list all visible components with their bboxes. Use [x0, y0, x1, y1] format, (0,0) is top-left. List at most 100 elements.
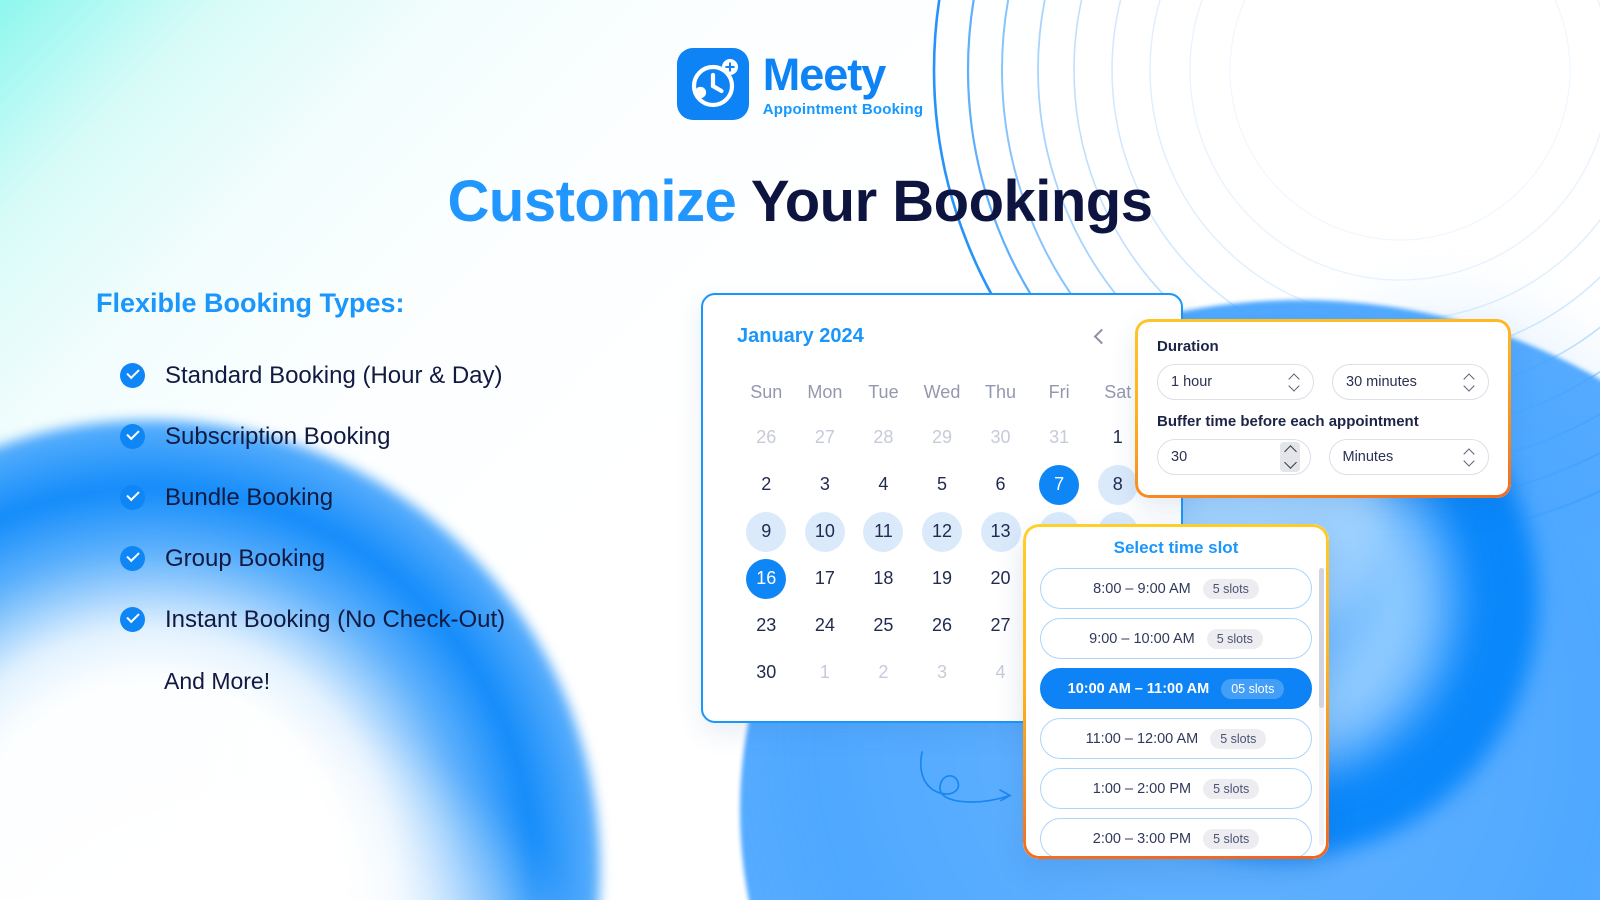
calendar-day-cell[interactable]: 27 [796, 414, 855, 461]
time-slot-option[interactable]: 2:00 – 3:00 PM 5 slots [1040, 818, 1312, 859]
calendar-day-cell[interactable]: 9 [737, 508, 796, 555]
brand-logo: Meety Appointment Booking [0, 48, 1600, 120]
calendar-day-number[interactable]: 23 [746, 606, 786, 646]
calendar-day-cell[interactable]: 10 [796, 508, 855, 555]
calendar-day-cell[interactable]: 29 [913, 414, 972, 461]
time-slot-time: 10:00 AM – 11:00 AM [1067, 680, 1210, 697]
calendar-day-cell[interactable]: 4 [971, 649, 1030, 696]
time-slot-option[interactable]: 1:00 – 2:00 PM 5 slots [1040, 768, 1312, 809]
up-down-chevron-icon[interactable] [1289, 374, 1300, 391]
calendar-day-cell[interactable]: 31 [1030, 414, 1089, 461]
calendar-day-cell[interactable]: 24 [796, 602, 855, 649]
calendar-day-number[interactable]: 31 [1039, 418, 1079, 458]
calendar-day-cell[interactable]: 28 [854, 414, 913, 461]
calendar-day-cell[interactable]: 20 [971, 555, 1030, 602]
calendar-day-number[interactable]: 17 [805, 559, 845, 599]
time-slot-time: 1:00 – 2:00 PM [1092, 780, 1192, 797]
up-down-chevron-icon[interactable] [1464, 374, 1475, 391]
calendar-day-cell[interactable]: 16 [737, 555, 796, 602]
calendar-day-cell[interactable]: 5 [913, 461, 972, 508]
calendar-day-number[interactable]: 11 [863, 511, 904, 552]
calendar-month-label: January 2024 [737, 325, 864, 347]
buffer-value-stepper[interactable]: 30 [1157, 439, 1311, 475]
calendar-day-number[interactable]: 12 [921, 511, 962, 552]
time-slot-option[interactable]: 9:00 – 10:00 AM 5 slots [1040, 618, 1312, 659]
calendar-day-number[interactable]: 20 [981, 559, 1021, 599]
calendar-day-number[interactable]: 2 [863, 653, 903, 693]
calendar-day-cell[interactable]: 30 [737, 649, 796, 696]
calendar-day-number[interactable]: 10 [804, 511, 845, 552]
duration-minutes-select[interactable]: 30 minutes [1332, 364, 1489, 400]
calendar-day-number[interactable]: 1 [805, 653, 845, 693]
calendar-day-number[interactable]: 7 [1039, 464, 1080, 505]
calendar-day-number[interactable]: 6 [981, 465, 1021, 505]
calendar-day-number[interactable]: 3 [805, 465, 845, 505]
time-slot-option[interactable]: 8:00 – 9:00 AM 5 slots [1040, 568, 1312, 609]
calendar-day-header: Mon [807, 382, 843, 402]
calendar-day-number[interactable]: 9 [746, 511, 787, 552]
calendar-day-number[interactable]: 29 [922, 418, 962, 458]
calendar-day-number[interactable]: 2 [746, 465, 786, 505]
list-item-label: Subscription Booking [165, 422, 391, 450]
calendar-day-cell[interactable]: 17 [796, 555, 855, 602]
calendar-day-header: Fri [1048, 382, 1070, 402]
calendar-day-number[interactable]: 19 [922, 559, 962, 599]
up-down-chevron-icon[interactable] [1279, 442, 1300, 472]
calendar-day-cell[interactable]: 12 [913, 508, 972, 555]
calendar-day-cell[interactable]: 1 [796, 649, 855, 696]
calendar-day-cell[interactable]: 26 [913, 602, 972, 649]
calendar-day-number[interactable]: 1 [1098, 418, 1138, 458]
calendar-day-cell[interactable]: 23 [737, 602, 796, 649]
calendar-day-number[interactable]: 16 [746, 558, 787, 599]
calendar-day-number[interactable]: 26 [746, 418, 786, 458]
calendar-day-cell[interactable]: 13 [971, 508, 1030, 555]
calendar-day-number[interactable]: 18 [863, 559, 903, 599]
calendar-day-cell[interactable]: 30 [971, 414, 1030, 461]
calendar-day-header: Wed [923, 382, 961, 402]
calendar-day-cell[interactable]: 3 [913, 649, 972, 696]
calendar-day-number[interactable]: 4 [981, 653, 1021, 693]
calendar-day-number[interactable]: 3 [922, 653, 962, 693]
calendar-day-cell[interactable]: 4 [854, 461, 913, 508]
buffer-row: 30 Minutes [1157, 439, 1489, 475]
buffer-unit-value: Minutes [1342, 449, 1394, 465]
calendar-day-number[interactable]: 5 [922, 465, 962, 505]
calendar-day-number[interactable]: 24 [805, 606, 845, 646]
calendar-day-cell[interactable]: 6 [971, 461, 1030, 508]
calendar-day-number[interactable]: 13 [980, 511, 1021, 552]
calendar-day-cell[interactable]: 7 [1030, 461, 1089, 508]
buffer-time-label: Buffer time before each appointment [1157, 413, 1419, 430]
calendar-day-number[interactable]: 8 [1097, 464, 1138, 505]
calendar-day-cell[interactable]: 19 [913, 555, 972, 602]
time-slot-option[interactable]: 10:00 AM – 11:00 AM 05 slots [1040, 668, 1312, 709]
calendar-day-cell[interactable]: 25 [854, 602, 913, 649]
page-title-accent: Customize [447, 169, 737, 234]
calendar-day-cell[interactable]: 3 [796, 461, 855, 508]
calendar-day-number[interactable]: 27 [805, 418, 845, 458]
list-item: Subscription Booking [96, 406, 656, 467]
calendar-day-number[interactable]: 27 [981, 606, 1021, 646]
scrollbar-thumb[interactable] [1319, 568, 1324, 708]
features-list: Standard Booking (Hour & Day) Subscripti… [96, 345, 656, 650]
calendar-day-number[interactable]: 28 [863, 418, 903, 458]
time-slot-option[interactable]: 11:00 – 12:00 AM 5 slots [1040, 718, 1312, 759]
calendar-day-cell[interactable]: 11 [854, 508, 913, 555]
calendar-day-number[interactable]: 25 [863, 606, 903, 646]
calendar-day-number[interactable]: 26 [922, 606, 962, 646]
calendar-day-cell[interactable]: 2 [737, 461, 796, 508]
list-item-label: Standard Booking (Hour & Day) [165, 361, 503, 389]
buffer-unit-select[interactable]: Minutes [1328, 439, 1489, 475]
calendar-day-cell[interactable]: 18 [854, 555, 913, 602]
calendar-day-cell[interactable]: 27 [971, 602, 1030, 649]
calendar-day-cell[interactable]: 26 [737, 414, 796, 461]
brand-tagline: Appointment Booking [762, 100, 924, 118]
up-down-chevron-icon[interactable] [1464, 449, 1475, 466]
scrollbar[interactable] [1319, 568, 1324, 846]
calendar-day-number[interactable]: 30 [981, 418, 1021, 458]
chevron-left-icon[interactable] [1093, 330, 1107, 344]
duration-hours-select[interactable]: 1 hour [1157, 364, 1314, 400]
calendar-day-cell[interactable]: 2 [854, 649, 913, 696]
calendar-day-number[interactable]: 4 [863, 465, 903, 505]
time-slot-badge: 5 slots [1203, 828, 1260, 849]
calendar-day-number[interactable]: 30 [746, 653, 786, 693]
